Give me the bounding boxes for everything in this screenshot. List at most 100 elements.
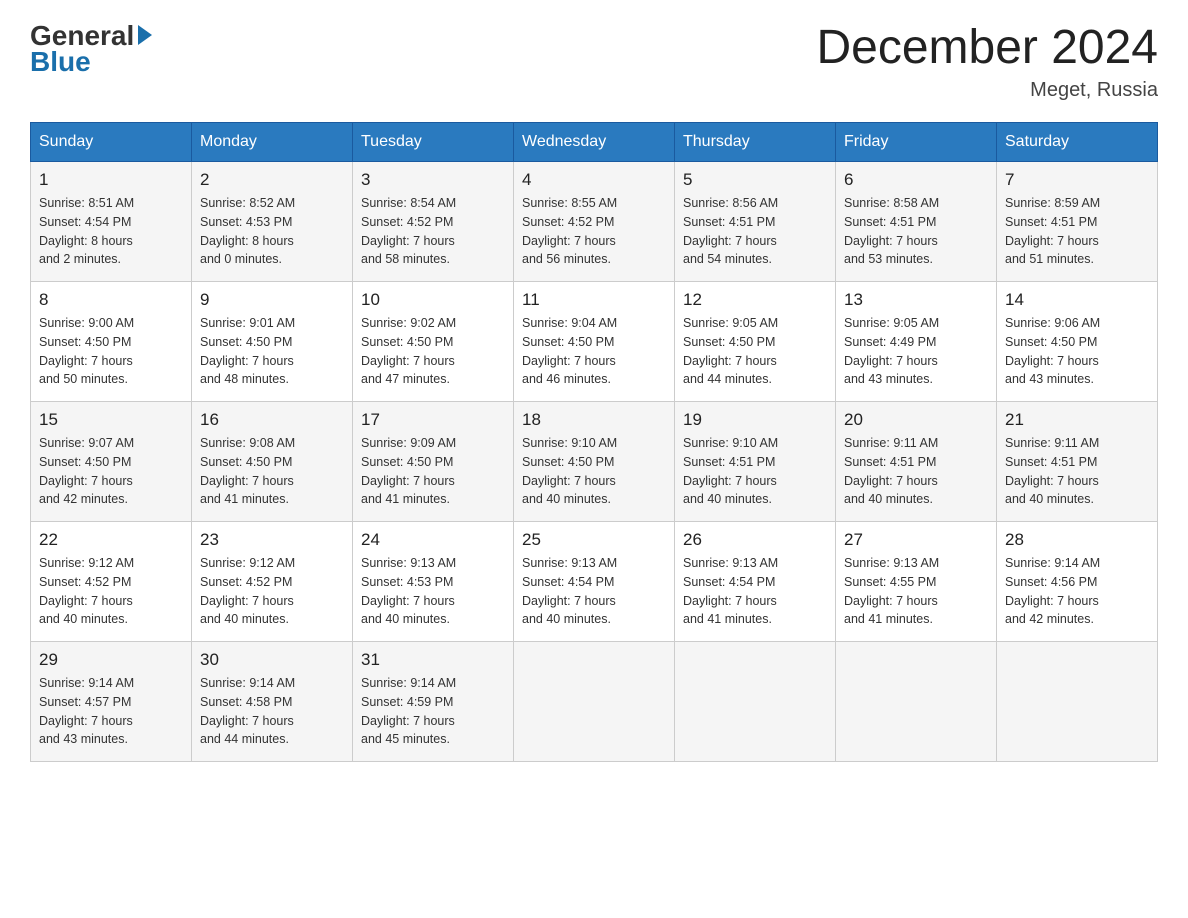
location-label: Meget, Russia (816, 79, 1158, 102)
day-info: Sunrise: 8:52 AM Sunset: 4:53 PM Dayligh… (200, 194, 344, 269)
day-number: 29 (39, 650, 183, 670)
day-info: Sunrise: 9:13 AM Sunset: 4:54 PM Dayligh… (522, 554, 666, 629)
table-row: 31 Sunrise: 9:14 AM Sunset: 4:59 PM Dayli… (353, 642, 514, 762)
table-row: 30 Sunrise: 9:14 AM Sunset: 4:58 PM Dayli… (192, 642, 353, 762)
days-of-week-row: SundayMondayTuesdayWednesdayThursdayFrid… (31, 123, 1158, 162)
logo-blue-text: Blue (30, 46, 91, 78)
day-number: 11 (522, 290, 666, 310)
day-number: 26 (683, 530, 827, 550)
day-info: Sunrise: 8:51 AM Sunset: 4:54 PM Dayligh… (39, 194, 183, 269)
day-info: Sunrise: 9:10 AM Sunset: 4:50 PM Dayligh… (522, 434, 666, 509)
table-row: 18 Sunrise: 9:10 AM Sunset: 4:50 PM Dayli… (514, 402, 675, 522)
table-row: 1Sunrise: 8:51 AM Sunset: 4:54 PM Daylig… (31, 162, 192, 282)
table-row: 12 Sunrise: 9:05 AM Sunset: 4:50 PM Dayli… (675, 282, 836, 402)
day-info: Sunrise: 8:59 AM Sunset: 4:51 PM Dayligh… (1005, 194, 1149, 269)
calendar-week-row: 15Sunrise: 9:07 AM Sunset: 4:50 PM Dayli… (31, 402, 1158, 522)
table-row: 10 Sunrise: 9:02 AM Sunset: 4:50 PM Dayli… (353, 282, 514, 402)
day-number: 5 (683, 170, 827, 190)
day-info: Sunrise: 9:14 AM Sunset: 4:57 PM Dayligh… (39, 674, 183, 749)
logo: General Blue (30, 20, 152, 78)
table-row: 27Sunrise: 9:13 AM Sunset: 4:55 PM Dayli… (836, 522, 997, 642)
day-info: Sunrise: 9:05 AM Sunset: 4:50 PM Dayligh… (683, 314, 827, 389)
day-info: Sunrise: 8:58 AM Sunset: 4:51 PM Dayligh… (844, 194, 988, 269)
table-row: 22 Sunrise: 9:12 AM Sunset: 4:52 PM Dayli… (31, 522, 192, 642)
day-number: 21 (1005, 410, 1149, 430)
day-info: Sunrise: 8:54 AM Sunset: 4:52 PM Dayligh… (361, 194, 505, 269)
logo-arrow-icon (138, 25, 152, 45)
table-row: 21 Sunrise: 9:11 AM Sunset: 4:51 PM Dayli… (997, 402, 1158, 522)
table-row: 17 Sunrise: 9:09 AM Sunset: 4:50 PM Dayli… (353, 402, 514, 522)
day-number: 18 (522, 410, 666, 430)
table-row: 25 Sunrise: 9:13 AM Sunset: 4:54 PM Dayli… (514, 522, 675, 642)
day-number: 27 (844, 530, 988, 550)
table-row: 29 Sunrise: 9:14 AM Sunset: 4:57 PM Dayli… (31, 642, 192, 762)
day-info: Sunrise: 9:14 AM Sunset: 4:56 PM Dayligh… (1005, 554, 1149, 629)
table-row: 6 Sunrise: 8:58 AM Sunset: 4:51 PM Daylig… (836, 162, 997, 282)
calendar-table: SundayMondayTuesdayWednesdayThursdayFrid… (30, 122, 1158, 762)
day-number: 31 (361, 650, 505, 670)
table-row: 3 Sunrise: 8:54 AM Sunset: 4:52 PM Daylig… (353, 162, 514, 282)
day-info: Sunrise: 9:00 AM Sunset: 4:50 PM Dayligh… (39, 314, 183, 389)
day-of-week-header: Friday (836, 123, 997, 162)
day-number: 16 (200, 410, 344, 430)
table-row: 16Sunrise: 9:08 AM Sunset: 4:50 PM Dayli… (192, 402, 353, 522)
table-row: 15Sunrise: 9:07 AM Sunset: 4:50 PM Dayli… (31, 402, 192, 522)
day-info: Sunrise: 9:12 AM Sunset: 4:52 PM Dayligh… (39, 554, 183, 629)
day-number: 22 (39, 530, 183, 550)
day-info: Sunrise: 9:01 AM Sunset: 4:50 PM Dayligh… (200, 314, 344, 389)
table-row: 13Sunrise: 9:05 AM Sunset: 4:49 PM Dayli… (836, 282, 997, 402)
day-of-week-header: Thursday (675, 123, 836, 162)
day-of-week-header: Saturday (997, 123, 1158, 162)
calendar-header: SundayMondayTuesdayWednesdayThursdayFrid… (31, 123, 1158, 162)
calendar-week-row: 22 Sunrise: 9:12 AM Sunset: 4:52 PM Dayli… (31, 522, 1158, 642)
table-row: 4Sunrise: 8:55 AM Sunset: 4:52 PM Daylig… (514, 162, 675, 282)
day-number: 20 (844, 410, 988, 430)
table-row: 20 Sunrise: 9:11 AM Sunset: 4:51 PM Dayli… (836, 402, 997, 522)
day-number: 10 (361, 290, 505, 310)
table-row: 14Sunrise: 9:06 AM Sunset: 4:50 PM Dayli… (997, 282, 1158, 402)
table-row: 5Sunrise: 8:56 AM Sunset: 4:51 PM Daylig… (675, 162, 836, 282)
calendar-week-row: 29 Sunrise: 9:14 AM Sunset: 4:57 PM Dayli… (31, 642, 1158, 762)
day-number: 25 (522, 530, 666, 550)
day-number: 8 (39, 290, 183, 310)
table-row: 9 Sunrise: 9:01 AM Sunset: 4:50 PM Daylig… (192, 282, 353, 402)
day-info: Sunrise: 9:04 AM Sunset: 4:50 PM Dayligh… (522, 314, 666, 389)
table-row: 11 Sunrise: 9:04 AM Sunset: 4:50 PM Dayli… (514, 282, 675, 402)
day-of-week-header: Tuesday (353, 123, 514, 162)
table-row: 19Sunrise: 9:10 AM Sunset: 4:51 PM Dayli… (675, 402, 836, 522)
day-number: 13 (844, 290, 988, 310)
day-info: Sunrise: 9:14 AM Sunset: 4:59 PM Dayligh… (361, 674, 505, 749)
table-row: 8 Sunrise: 9:00 AM Sunset: 4:50 PM Daylig… (31, 282, 192, 402)
day-number: 30 (200, 650, 344, 670)
day-info: Sunrise: 9:14 AM Sunset: 4:58 PM Dayligh… (200, 674, 344, 749)
day-number: 14 (1005, 290, 1149, 310)
page-header: General Blue December 2024 Meget, Russia (30, 20, 1158, 102)
day-number: 17 (361, 410, 505, 430)
table-row (514, 642, 675, 762)
day-number: 9 (200, 290, 344, 310)
table-row: 23 Sunrise: 9:12 AM Sunset: 4:52 PM Dayli… (192, 522, 353, 642)
month-year-title: December 2024 (816, 20, 1158, 75)
day-info: Sunrise: 9:09 AM Sunset: 4:50 PM Dayligh… (361, 434, 505, 509)
day-number: 23 (200, 530, 344, 550)
table-row: 26 Sunrise: 9:13 AM Sunset: 4:54 PM Dayli… (675, 522, 836, 642)
day-number: 4 (522, 170, 666, 190)
day-info: Sunrise: 9:11 AM Sunset: 4:51 PM Dayligh… (844, 434, 988, 509)
day-of-week-header: Monday (192, 123, 353, 162)
day-number: 3 (361, 170, 505, 190)
day-info: Sunrise: 9:02 AM Sunset: 4:50 PM Dayligh… (361, 314, 505, 389)
table-row (836, 642, 997, 762)
calendar-week-row: 8 Sunrise: 9:00 AM Sunset: 4:50 PM Daylig… (31, 282, 1158, 402)
day-info: Sunrise: 9:13 AM Sunset: 4:54 PM Dayligh… (683, 554, 827, 629)
day-info: Sunrise: 9:13 AM Sunset: 4:53 PM Dayligh… (361, 554, 505, 629)
table-row: 24Sunrise: 9:13 AM Sunset: 4:53 PM Dayli… (353, 522, 514, 642)
day-number: 28 (1005, 530, 1149, 550)
day-number: 15 (39, 410, 183, 430)
day-info: Sunrise: 9:10 AM Sunset: 4:51 PM Dayligh… (683, 434, 827, 509)
day-number: 6 (844, 170, 988, 190)
day-info: Sunrise: 9:11 AM Sunset: 4:51 PM Dayligh… (1005, 434, 1149, 509)
day-number: 12 (683, 290, 827, 310)
table-row: 2Sunrise: 8:52 AM Sunset: 4:53 PM Daylig… (192, 162, 353, 282)
table-row (997, 642, 1158, 762)
day-info: Sunrise: 9:12 AM Sunset: 4:52 PM Dayligh… (200, 554, 344, 629)
